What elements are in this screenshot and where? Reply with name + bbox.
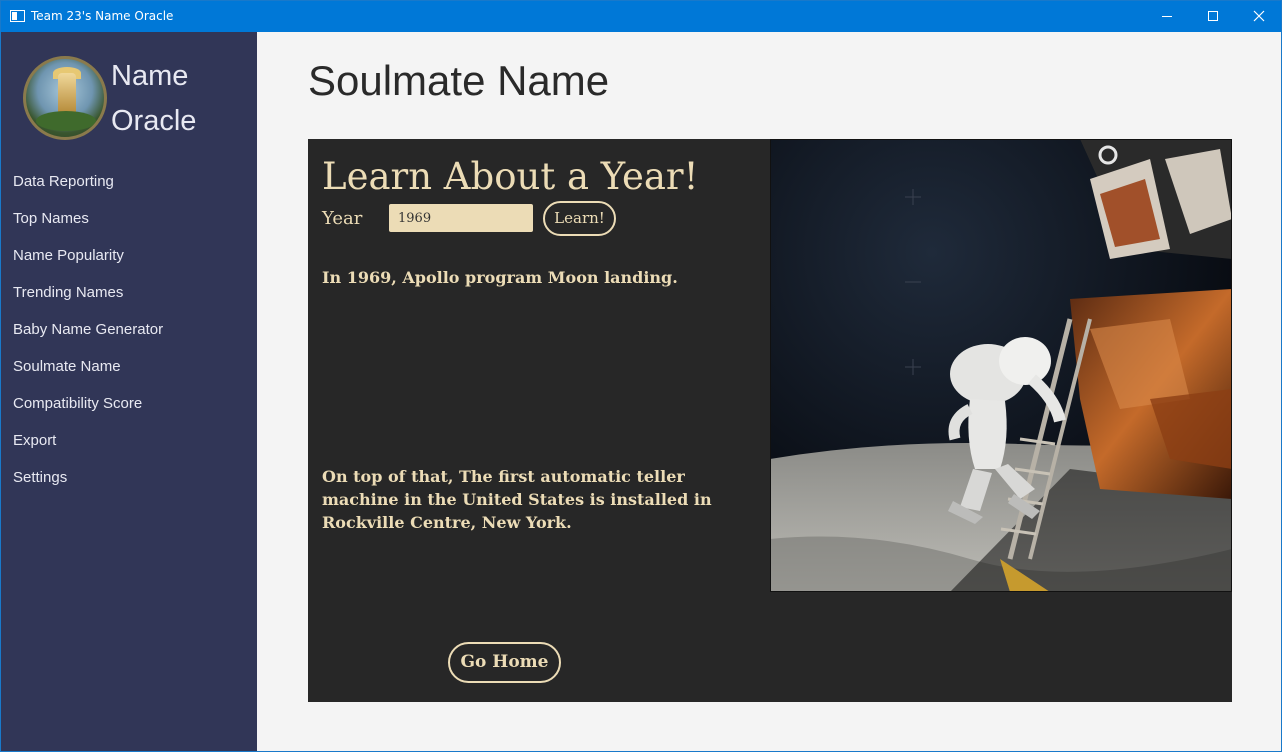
maximize-icon [1208,11,1218,21]
year-fact-secondary: On top of that, The first automatic tell… [322,467,712,532]
moon-landing-image [770,139,1232,592]
app-name: Name Oracle [111,54,196,144]
title-bar[interactable]: Team 23's Name Oracle [1,1,1281,32]
sidebar-item-data-reporting[interactable]: Data Reporting [1,163,257,200]
sidebar-item-top-names[interactable]: Top Names [1,200,257,237]
page-title: Soulmate Name [308,57,610,104]
minimize-button[interactable] [1144,1,1190,32]
sidebar-item-compatibility-score[interactable]: Compatibility Score [1,385,257,422]
logo-island [36,111,96,131]
app-window-icon [10,10,25,22]
close-icon [1253,10,1265,22]
year-fact-primary: In 1969, Apollo program Moon landing. [322,268,678,287]
sidebar-item-baby-name-generator[interactable]: Baby Name Generator [1,311,257,348]
learn-year-panel: Learn About a Year! Year Learn! In 1969,… [308,139,1232,702]
learn-button[interactable]: Learn! [543,201,616,236]
close-button[interactable] [1236,1,1282,32]
year-label: Year [322,208,363,229]
moon-landing-photo [770,139,1232,592]
window-title: Team 23's Name Oracle [31,9,174,23]
go-home-button[interactable]: Go Home [448,642,561,683]
sidebar: Name Oracle Data Reporting Top Names Nam… [1,32,257,751]
app-window: Team 23's Name Oracle Name Oracle Data R… [0,0,1282,752]
sidebar-item-settings[interactable]: Settings [1,459,257,496]
sidebar-item-soulmate-name[interactable]: Soulmate Name [1,348,257,385]
logo-tower [58,73,76,113]
maximize-button[interactable] [1190,1,1236,32]
minimize-icon [1162,15,1172,17]
app-name-line2: Oracle [111,105,197,137]
app-name-line1: Name [111,60,189,92]
sidebar-item-name-popularity[interactable]: Name Popularity [1,237,257,274]
app-logo [23,56,107,140]
sidebar-item-trending-names[interactable]: Trending Names [1,274,257,311]
sidebar-nav: Data Reporting Top Names Name Popularity… [1,163,257,496]
year-input[interactable] [389,204,533,232]
sidebar-item-export[interactable]: Export [1,422,257,459]
panel-title: Learn About a Year! [322,155,699,198]
